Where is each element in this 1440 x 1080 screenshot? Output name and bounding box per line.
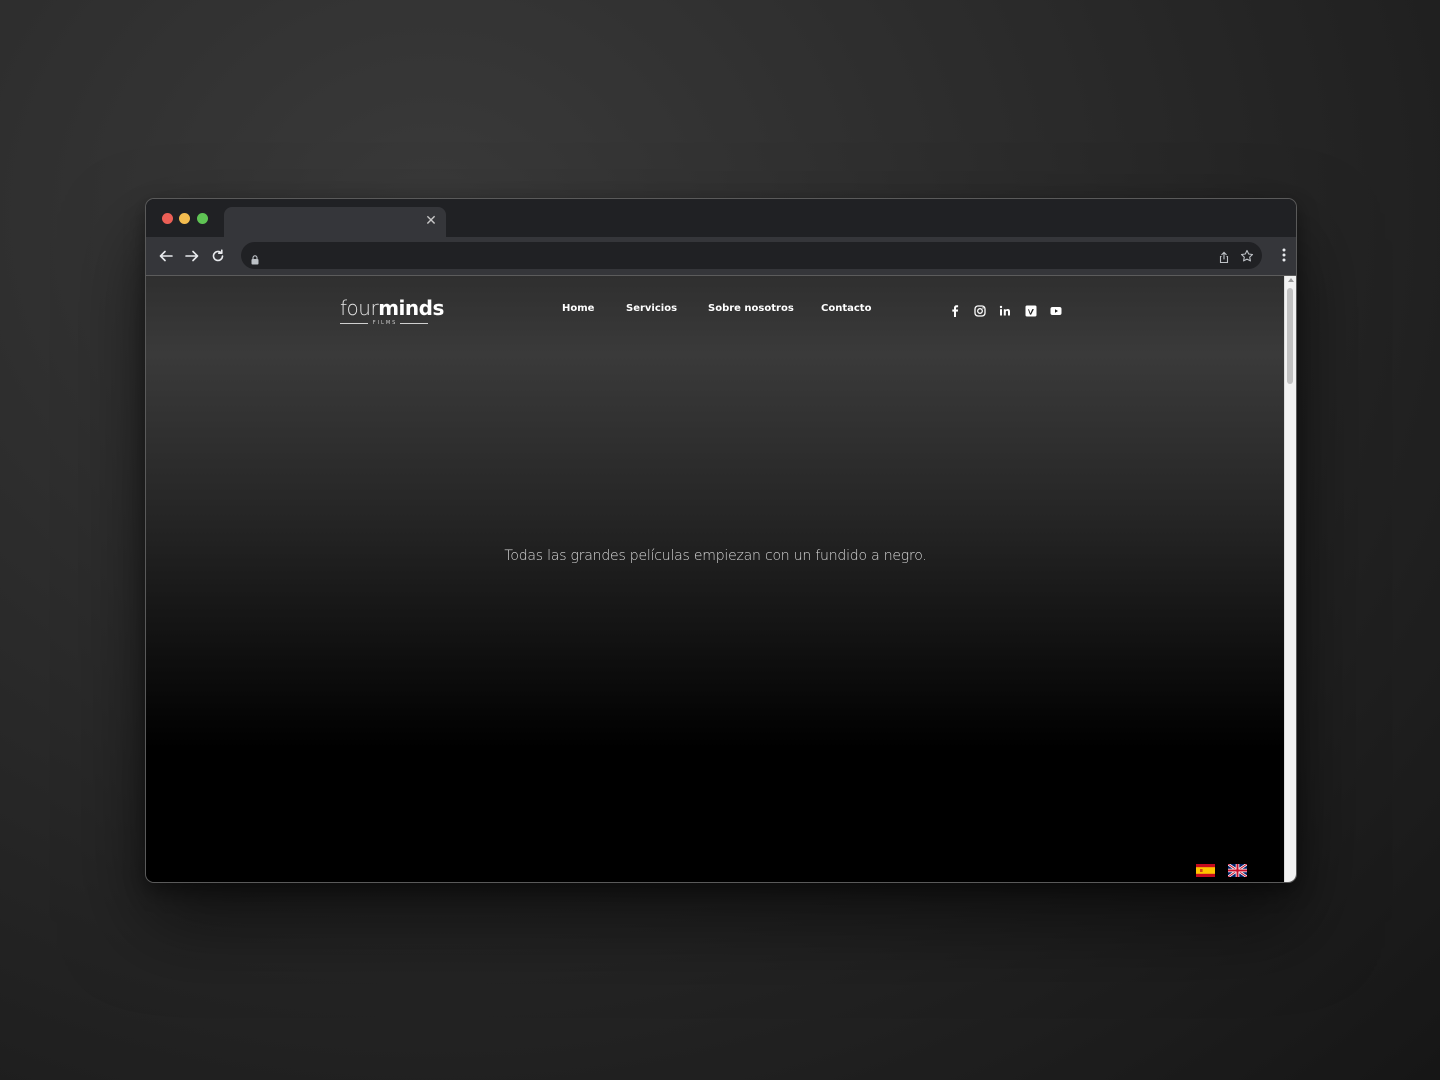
address-bar[interactable]: [241, 242, 1262, 271]
minimize-window-button[interactable]: [179, 213, 190, 224]
browser-tab[interactable]: ✕: [224, 207, 446, 237]
linkedin-icon[interactable]: [998, 304, 1012, 318]
close-icon[interactable]: ✕: [424, 214, 438, 228]
url-input[interactable]: [267, 242, 1201, 271]
reload-icon[interactable]: [209, 247, 227, 265]
vimeo-icon[interactable]: [1024, 304, 1038, 318]
nav-servicios[interactable]: Servicios: [626, 303, 677, 314]
site-logo[interactable]: fourminds FILMS: [340, 297, 444, 327]
star-icon[interactable]: [1240, 248, 1254, 267]
browser-toolbar: [146, 237, 1296, 276]
page-viewport: fourminds FILMS Home Servicios Sobre nos…: [146, 276, 1285, 882]
back-arrow-icon[interactable]: [157, 247, 175, 265]
maximize-window-button[interactable]: [197, 213, 208, 224]
lock-icon: [251, 250, 259, 269]
facebook-icon[interactable]: [948, 304, 962, 318]
forward-arrow-icon[interactable]: [183, 247, 201, 265]
browser-window: ✕ fourminds FILMS Home Servicios Sobre n…: [145, 198, 1297, 883]
kebab-menu-icon[interactable]: [1282, 247, 1286, 267]
close-window-button[interactable]: [162, 213, 173, 224]
scroll-thumb[interactable]: [1287, 288, 1293, 384]
nav-contacto[interactable]: Contacto: [821, 303, 871, 314]
tab-strip: ✕: [146, 199, 1296, 237]
nav-home[interactable]: Home: [562, 303, 594, 314]
scroll-up-arrow-icon[interactable]: [1288, 278, 1294, 282]
logo-wordmark: fourminds: [340, 296, 444, 320]
instagram-icon[interactable]: [973, 304, 987, 318]
nav-sobre-nosotros[interactable]: Sobre nosotros: [708, 303, 794, 314]
share-icon[interactable]: [1218, 249, 1230, 268]
logo-subtitle: FILMS: [340, 319, 430, 327]
spanish-flag[interactable]: [1196, 864, 1215, 877]
youtube-icon[interactable]: [1049, 304, 1063, 318]
vertical-scrollbar[interactable]: [1284, 276, 1296, 882]
uk-flag[interactable]: [1228, 864, 1247, 877]
hero-tagline: Todas las grandes películas empiezan con…: [504, 548, 927, 564]
